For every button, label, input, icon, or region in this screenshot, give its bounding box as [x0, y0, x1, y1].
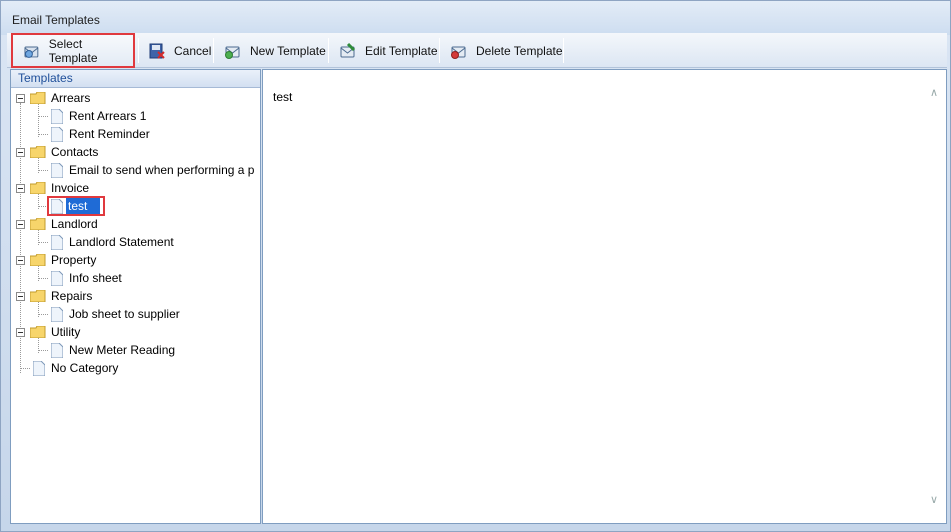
tree-item-job-sheet[interactable]: Job sheet to supplier — [11, 305, 260, 323]
templates-header: Templates — [11, 70, 260, 88]
tree-category-property[interactable]: Property — [11, 251, 260, 269]
category-label: Invoice — [51, 181, 90, 195]
document-icon — [51, 235, 63, 250]
tree-category-landlord[interactable]: Landlord — [11, 215, 260, 233]
tree-category-utility[interactable]: Utility — [11, 323, 260, 341]
category-label: Arrears — [51, 91, 91, 105]
tree-item-landlord-statement[interactable]: Landlord Statement — [11, 233, 260, 251]
tree-category-arrears[interactable]: Arrears — [11, 89, 260, 107]
collapse-toggle[interactable] — [16, 148, 25, 157]
template-label: Email to send when performing a p — [69, 163, 255, 177]
templates-tree[interactable]: Arrears Rent Arrears 1 Rent Reminder Con… — [11, 89, 260, 523]
tree-category-contacts[interactable]: Contacts — [11, 143, 260, 161]
template-label: Rent Arrears 1 — [69, 109, 147, 123]
select-template-icon — [24, 46, 39, 58]
window-title: Email Templates — [12, 13, 100, 27]
toolbar: Select Template Cancel New Template Edit… — [7, 33, 947, 68]
tree-item-test[interactable]: test — [11, 196, 260, 216]
folder-icon — [30, 182, 46, 194]
email-templates-window: Email Templates Select Template Cancel N… — [0, 0, 951, 532]
folder-icon — [30, 218, 46, 230]
select-template-button[interactable]: Select Template — [11, 33, 135, 68]
delete-template-icon — [451, 46, 466, 59]
category-label: Property — [51, 253, 97, 267]
template-label: Info sheet — [69, 271, 122, 285]
tree-category-invoice[interactable]: Invoice — [11, 179, 260, 197]
template-label: New Meter Reading — [69, 343, 176, 357]
document-icon — [51, 199, 63, 214]
new-template-icon — [225, 46, 240, 59]
select-template-label: Select Template — [48, 36, 98, 65]
document-icon — [51, 271, 63, 286]
tree-item-email-performing[interactable]: Email to send when performing a p — [11, 161, 260, 179]
template-label: Rent Reminder — [69, 127, 150, 141]
document-icon — [33, 361, 45, 376]
cancel-button[interactable]: Cancel — [138, 33, 213, 68]
collapse-toggle[interactable] — [16, 94, 25, 103]
document-icon — [51, 343, 63, 358]
template-label: Landlord Statement — [69, 235, 174, 249]
collapse-toggle[interactable] — [16, 328, 25, 337]
category-label: Contacts — [51, 145, 99, 159]
cancel-icon — [149, 43, 165, 59]
document-icon — [51, 109, 63, 124]
document-icon — [51, 127, 63, 142]
tree-item-rent-reminder[interactable]: Rent Reminder — [11, 125, 260, 143]
tree-item-rent-arrears-1[interactable]: Rent Arrears 1 — [11, 107, 260, 125]
folder-icon — [30, 290, 46, 302]
tree-item-new-meter-reading[interactable]: New Meter Reading — [11, 341, 260, 359]
folder-icon — [30, 326, 46, 338]
document-icon — [51, 307, 63, 322]
collapse-toggle[interactable] — [16, 220, 25, 229]
category-label: Utility — [51, 325, 81, 339]
category-label: Landlord — [51, 217, 98, 231]
template-label: Job sheet to supplier — [69, 307, 180, 321]
delete-template-button[interactable]: Delete Template — [440, 33, 564, 68]
template-preview-panel[interactable]: test ∧ ∨ — [262, 69, 947, 524]
edit-template-label: Edit Template — [365, 43, 438, 58]
folder-icon — [30, 92, 46, 104]
collapse-toggle[interactable] — [16, 184, 25, 193]
tree-category-repairs[interactable]: Repairs — [11, 287, 260, 305]
template-preview-text: test — [273, 90, 293, 104]
delete-template-label: Delete Template — [476, 43, 563, 58]
document-icon — [51, 163, 63, 178]
cancel-label: Cancel — [174, 43, 212, 58]
folder-icon — [30, 254, 46, 266]
folder-icon — [30, 146, 46, 158]
title-bar: Email Templates — [1, 1, 950, 35]
edit-template-button[interactable]: Edit Template — [329, 33, 440, 68]
templates-panel: Templates Arrears Rent Arrears 1 Rent Re… — [10, 69, 261, 524]
collapse-toggle[interactable] — [16, 292, 25, 301]
template-label-selected: test — [66, 198, 100, 214]
scroll-up-arrow-icon[interactable]: ∧ — [928, 86, 940, 99]
new-template-label: New Template — [250, 43, 326, 58]
new-template-button[interactable]: New Template — [214, 33, 328, 68]
collapse-toggle[interactable] — [16, 256, 25, 265]
category-label: Repairs — [51, 289, 93, 303]
tree-item-no-category[interactable]: No Category — [11, 359, 260, 377]
category-label: No Category — [51, 361, 119, 375]
tree-item-info-sheet[interactable]: Info sheet — [11, 269, 260, 287]
edit-template-icon — [340, 42, 356, 57]
scroll-down-arrow-icon[interactable]: ∨ — [928, 493, 940, 506]
